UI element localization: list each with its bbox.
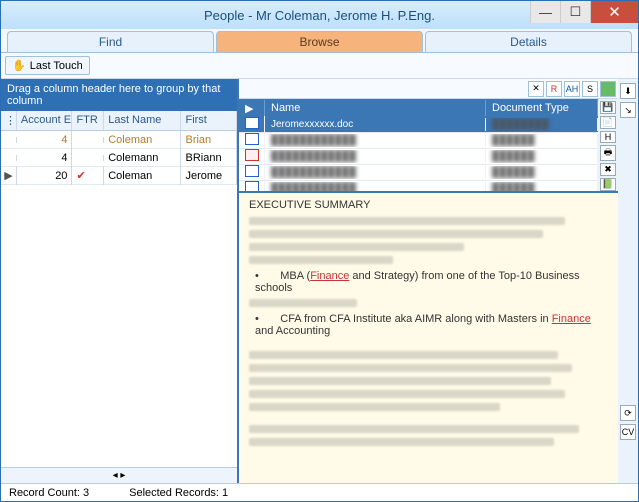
doc-row[interactable]: ████████████ ██████ (239, 149, 598, 165)
people-grid-pane: Drag a column header here to group by th… (1, 79, 239, 483)
blurred-text (249, 390, 565, 398)
cv-button[interactable]: CV (620, 424, 636, 440)
doc-grid-header: ▶ Name Document Type (239, 99, 598, 117)
arrow-diag-icon[interactable]: ↘ (620, 102, 636, 118)
doc-icon[interactable]: 📄 (600, 116, 616, 129)
last-touch-label: Last Touch (30, 60, 83, 72)
maximize-button[interactable]: ☐ (560, 1, 590, 23)
blurred-text (249, 425, 579, 433)
tab-details[interactable]: Details (425, 31, 632, 52)
blurred-text (249, 364, 572, 372)
tab-find[interactable]: Find (7, 31, 214, 52)
document-preview[interactable]: EXECUTIVE SUMMARY • MBA (Finance and Str… (239, 191, 618, 483)
status-bar: Record Count: 3 Selected Records: 1 (1, 483, 638, 501)
save-icon[interactable]: 💾 (600, 101, 616, 114)
doc-row[interactable]: ████████████ ██████ (239, 165, 598, 181)
col-first[interactable]: First (181, 111, 237, 130)
doc-grid-wrap: ▶ Name Document Type Jeromexxxxxx.doc ██… (239, 99, 618, 191)
word-icon (245, 181, 259, 191)
arrow-down-icon[interactable]: ⬇ (620, 83, 636, 99)
last-touch-button[interactable]: ✋ Last Touch (5, 56, 90, 75)
col-account-e[interactable]: Account E (17, 111, 73, 130)
grid-body[interactable]: 4 Coleman Brian 4 Colemann BRiann ▶ 20 ✔ (1, 131, 237, 467)
minimize-button[interactable]: — (530, 1, 560, 23)
main-tabs: Find Browse Details (1, 29, 638, 53)
blurred-text (249, 438, 554, 446)
table-row[interactable]: 4 Colemann BRiann (1, 149, 237, 167)
selected-records: Selected Records: 1 (129, 487, 228, 499)
excel-icon[interactable]: 📗 (600, 178, 616, 191)
pdf-icon (245, 149, 259, 161)
blurred-text (249, 403, 500, 411)
col-row-handle[interactable]: ▶ (239, 100, 265, 117)
content-area: Drag a column header here to group by th… (1, 79, 638, 483)
col-name[interactable]: Name (265, 100, 486, 116)
section-title: EXECUTIVE SUMMARY (249, 199, 608, 211)
doc-side-toolbar: 💾 📄 H 🖶 ✖ 📗 ● 🔍 📋 (598, 99, 618, 191)
close-button[interactable]: ✕ (590, 1, 638, 23)
doc-row[interactable]: Jeromexxxxxx.doc ████████ (239, 117, 598, 133)
ah-button[interactable]: AH (564, 81, 580, 97)
doc-row[interactable]: ████████████ ██████ (239, 181, 598, 191)
blurred-text (249, 256, 393, 264)
table-row[interactable]: ▶ 20 ✔ Coleman Jerome (1, 167, 237, 185)
print-icon[interactable]: 🖶 (600, 145, 616, 161)
blurred-text (249, 217, 565, 225)
record-count: Record Count: 3 (9, 487, 89, 499)
col-indicator[interactable]: ⋮ (1, 111, 17, 130)
blurred-text (249, 230, 543, 238)
doc-row[interactable]: ████████████ ██████ (239, 133, 598, 149)
blurred-text (249, 377, 551, 385)
title-bar: People - Mr Coleman, Jerome H. P.Eng. — … (1, 1, 638, 29)
delete-icon[interactable]: ✕ (528, 81, 544, 97)
blurred-text (249, 299, 357, 307)
col-last-name[interactable]: Last Name (104, 111, 181, 130)
blurred-text (249, 351, 558, 359)
group-by-bar[interactable]: Drag a column header here to group by th… (1, 79, 237, 111)
r-button[interactable]: R (546, 81, 562, 97)
s-button[interactable]: S (582, 81, 598, 97)
h-icon[interactable]: H (600, 131, 616, 143)
finance-link[interactable]: Finance (310, 270, 349, 282)
grid-footer: ◂ ▸ (1, 467, 237, 483)
table-row[interactable]: 4 Coleman Brian (1, 131, 237, 149)
bullet-item: • CFA from CFA Institute aka AIMR along … (255, 313, 608, 337)
bullet-item: • MBA (Finance and Strategy) from one of… (255, 270, 608, 294)
tab-browse[interactable]: Browse (216, 31, 423, 52)
col-doc-type[interactable]: Document Type (486, 100, 598, 116)
x-icon[interactable]: ✖ (600, 163, 616, 176)
doc-grid: ▶ Name Document Type Jeromexxxxxx.doc ██… (239, 99, 598, 191)
blurred-text (249, 243, 464, 251)
hand-icon: ✋ (12, 59, 26, 72)
word-icon (245, 165, 259, 177)
app-window: People - Mr Coleman, Jerome H. P.Eng. — … (0, 0, 639, 502)
toolbar: ✋ Last Touch (1, 53, 638, 79)
doc-toolbar: ✕ R AH S (239, 79, 618, 99)
documents-pane: ✕ R AH S ▶ Name Document Type Jeromexxxx… (239, 79, 618, 483)
finance-link[interactable]: Finance (552, 313, 591, 325)
refresh-icon[interactable]: ⟳ (620, 405, 636, 421)
col-ftr[interactable]: FTR (72, 111, 104, 130)
right-rail: ⬇ ↘ ⟳ CV (618, 79, 638, 483)
word-icon (245, 133, 259, 145)
grid-header: ⋮ Account E FTR Last Name First (1, 111, 237, 131)
word-icon (245, 117, 259, 129)
green-button[interactable] (600, 81, 616, 97)
